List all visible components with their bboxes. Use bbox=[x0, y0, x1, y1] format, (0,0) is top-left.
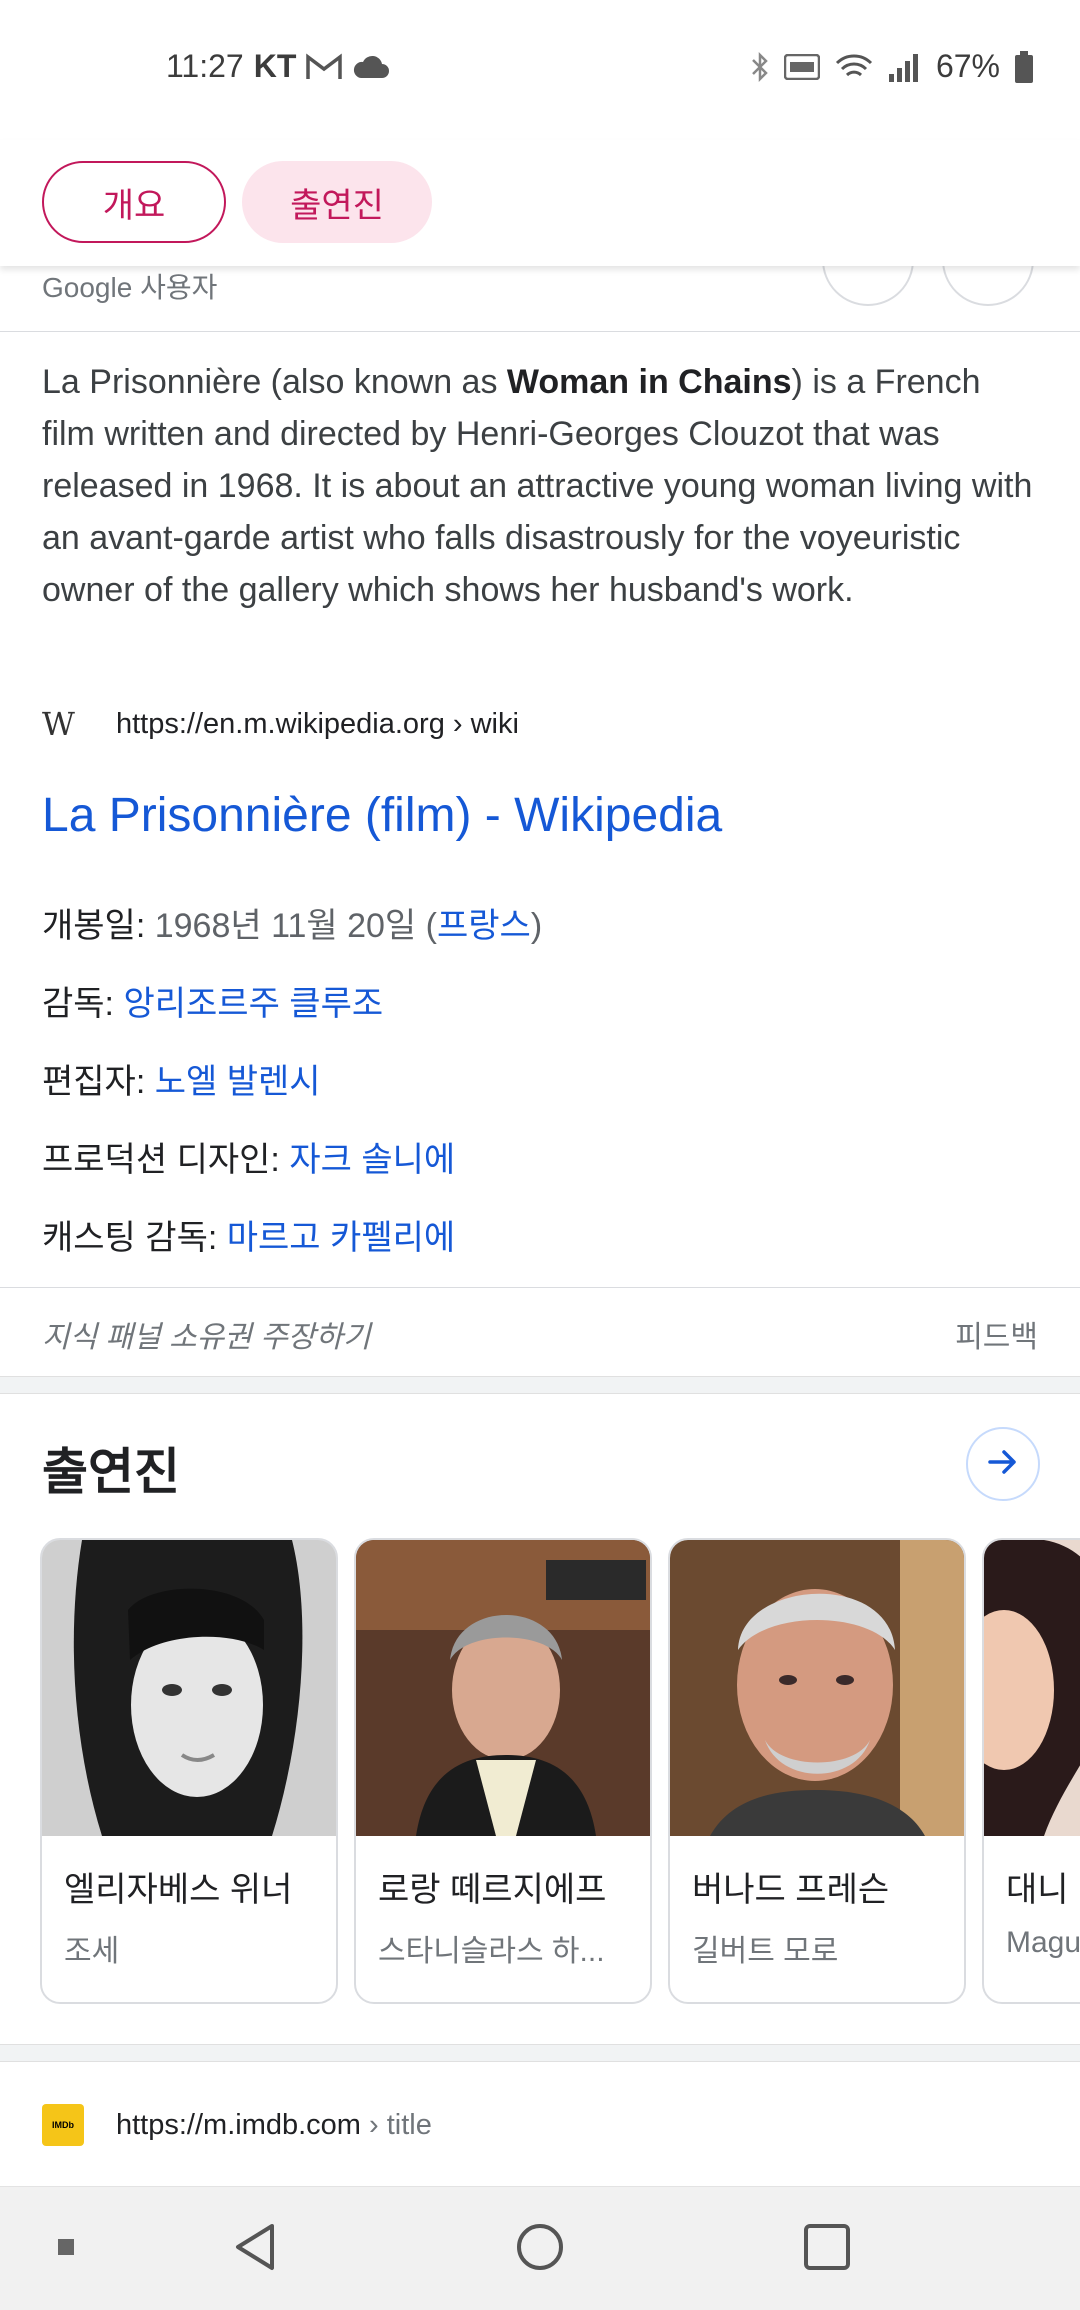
cast-card[interactable]: 엘리자베스 위너 조세 bbox=[40, 1538, 338, 2004]
status-left: 11:27 KT bbox=[166, 48, 390, 85]
fact-label: 캐스팅 감독: bbox=[42, 1219, 227, 1257]
cast-photo bbox=[42, 1540, 336, 1836]
cast-photo bbox=[984, 1540, 1080, 1836]
nav-recents-button[interactable] bbox=[792, 2187, 862, 2310]
status-time: 11:27 bbox=[166, 48, 244, 84]
source-row[interactable]: W https://en.m.wikipedia.org › wiki bbox=[42, 705, 519, 743]
cloud-icon bbox=[352, 54, 390, 80]
nav-dot-button[interactable] bbox=[46, 2187, 86, 2310]
cast-role: 스타니슬라스 하... bbox=[378, 1935, 605, 1968]
cast-role: 조세 bbox=[64, 1935, 120, 1968]
imdb-domain: https://m.imdb.com bbox=[116, 2108, 361, 2141]
fact-release-date: 개봉일: 1968년 11월 20일 (프랑스) bbox=[42, 896, 542, 974]
fact-casting: 캐스팅 감독: 마르고 카펠리에 bbox=[42, 1208, 542, 1286]
cast-name: 엘리자베스 위너 bbox=[64, 1871, 293, 1909]
home-circle-icon bbox=[515, 2222, 565, 2277]
cast-card[interactable]: 로랑 떼르지에프 스타니슬라스 하... bbox=[354, 1538, 652, 2004]
cast-role: Magu bbox=[1006, 1926, 1080, 1959]
arrow-right-icon bbox=[986, 1445, 1020, 1484]
cast-more-button[interactable] bbox=[966, 1427, 1040, 1501]
recents-square-icon bbox=[803, 2223, 851, 2276]
nfc-icon bbox=[783, 53, 820, 80]
feedback-link[interactable]: 피드백 bbox=[955, 1312, 1038, 1356]
fact-editor: 편집자: 노엘 발렌시 bbox=[42, 1052, 542, 1130]
section-divider bbox=[0, 2044, 1080, 2062]
nav-home-button[interactable] bbox=[505, 2187, 575, 2310]
description: La Prisonnière (also known as Woman in C… bbox=[42, 356, 1042, 616]
cast-name: 버나드 프레슨 bbox=[692, 1871, 890, 1909]
cast-name: 대니 bbox=[1006, 1871, 1069, 1909]
imdb-icon: IMDb bbox=[42, 2104, 84, 2146]
fact-label: 감독: bbox=[42, 985, 124, 1023]
fact-link-production-design[interactable]: 자크 솔니에 bbox=[289, 1141, 455, 1179]
status-right: 67% bbox=[750, 48, 1034, 85]
imdb-url: https://m.imdb.com › title bbox=[116, 2109, 432, 2142]
description-alias: Woman in Chains bbox=[506, 363, 792, 401]
back-triangle-icon bbox=[232, 2222, 278, 2277]
cast-carousel[interactable]: 엘리자베스 위너 조세 로랑 떼르지에프 스타니슬라스 하... 버나드 프레슨… bbox=[40, 1538, 1080, 2004]
system-nav-bar bbox=[0, 2186, 1080, 2310]
chip-cast[interactable]: 출연진 bbox=[242, 161, 432, 243]
fact-label: 개봉일: bbox=[42, 907, 155, 945]
user-row: Google 사용자 bbox=[0, 214, 1080, 332]
bluetooth-icon bbox=[750, 51, 770, 83]
cast-role: 길버트 모로 bbox=[692, 1935, 839, 1968]
status-carrier: KT bbox=[253, 48, 297, 84]
square-dot-icon bbox=[58, 2238, 74, 2260]
cast-photo bbox=[670, 1540, 964, 1836]
fact-production-design: 프로덕션 디자인: 자크 솔니에 bbox=[42, 1130, 542, 1208]
panel-footer: 지식 패널 소유권 주장하기 피드백 bbox=[0, 1287, 1080, 1375]
wifi-icon bbox=[834, 52, 874, 82]
facts-list: 개봉일: 1968년 11월 20일 (프랑스) 감독: 앙리조르주 클루조 편… bbox=[42, 896, 542, 1286]
cast-name: 로랑 떼르지에프 bbox=[378, 1871, 607, 1909]
fact-director: 감독: 앙리조르주 클루조 bbox=[42, 974, 542, 1052]
battery-icon bbox=[1014, 50, 1034, 83]
imdb-source-row[interactable]: IMDb https://m.imdb.com › title bbox=[42, 2104, 432, 2146]
fact-link-casting[interactable]: 마르고 카펠리에 bbox=[227, 1219, 455, 1257]
signal-icon bbox=[888, 52, 922, 82]
status-bar: 11:27 KT 67% bbox=[0, 0, 1080, 140]
claim-panel-link[interactable]: 지식 패널 소유권 주장하기 bbox=[42, 1312, 371, 1356]
fact-label: 프로덕션 디자인: bbox=[42, 1141, 290, 1179]
section-chip-bar: 개요 출연진 bbox=[0, 140, 1080, 266]
user-label: Google 사용자 bbox=[42, 272, 218, 303]
cast-card[interactable]: 버나드 프레슨 길버트 모로 bbox=[668, 1538, 966, 2004]
chip-overview[interactable]: 개요 bbox=[42, 161, 226, 243]
result-title-link[interactable]: La Prisonnière (film) - Wikipedia bbox=[42, 788, 722, 843]
gmail-icon bbox=[306, 53, 343, 81]
section-divider bbox=[0, 1376, 1080, 1394]
cast-photo bbox=[356, 1540, 650, 1836]
nav-back-button[interactable] bbox=[220, 2187, 290, 2310]
wikipedia-icon: W bbox=[42, 705, 75, 743]
fact-value: 1968년 11월 20일 ( bbox=[154, 907, 437, 945]
fact-value-suffix: ) bbox=[530, 907, 543, 945]
source-url: https://en.m.wikipedia.org › wiki bbox=[116, 707, 519, 740]
cast-card[interactable]: 대니 Magu bbox=[982, 1538, 1080, 2004]
fact-link-director[interactable]: 앙리조르주 클루조 bbox=[123, 985, 383, 1023]
imdb-breadcrumb: › title bbox=[360, 2108, 432, 2141]
fact-link-editor[interactable]: 노엘 발렌시 bbox=[155, 1063, 321, 1101]
description-text: La Prisonnière (also known as bbox=[42, 363, 507, 401]
fact-link-country[interactable]: 프랑스 bbox=[437, 907, 531, 945]
cast-heading: 출연진 bbox=[42, 1444, 180, 1500]
fact-label: 편집자: bbox=[42, 1063, 155, 1101]
battery-percent: 67% bbox=[935, 48, 1000, 84]
